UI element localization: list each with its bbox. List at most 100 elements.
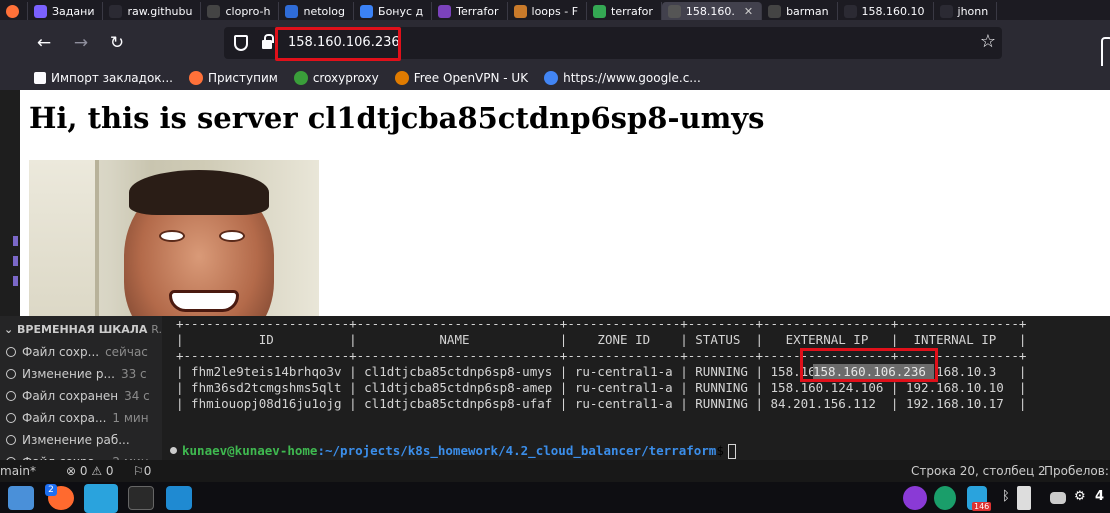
terminal-cursor: [727, 444, 736, 459]
navigation-bar: ← → ↻ 158.160.106.236 ☆: [0, 20, 1110, 66]
indentation-indicator[interactable]: Пробелов: 4: [1044, 464, 1110, 478]
photo-door: [29, 160, 99, 316]
timeline-item-label: Файл сохр...: [22, 345, 100, 359]
chevron-down-icon: ⌄: [4, 323, 18, 336]
circle-icon: [6, 435, 16, 445]
tab-label: jhonn: [957, 4, 989, 18]
browser-tab[interactable]: terrafor: [587, 2, 662, 20]
photo-mouth: [169, 290, 239, 312]
browser-tab[interactable]: 158.160. ✕: [661, 2, 763, 20]
bookmark-item[interactable]: croxyproxy: [293, 71, 379, 85]
shield-icon[interactable]: [234, 35, 248, 51]
gutter-marker: [13, 236, 18, 246]
back-button[interactable]: ←: [33, 32, 55, 54]
browser-tab[interactable]: Бонус д: [354, 2, 433, 20]
timeline-item[interactable]: Файл сохр... сейчас: [6, 345, 148, 359]
prompt-path: :~/projects/k8s_homework/4.2_cloud_balan…: [317, 443, 717, 458]
circle-icon: [6, 413, 16, 423]
sync-tray-icon[interactable]: [934, 486, 956, 510]
telegram-taskbar-icon[interactable]: [84, 484, 118, 513]
status-bar: main* ⊗ 0 ⚠ 0 ⚐0 Строка 20, столбец 2 Пр…: [0, 460, 1110, 482]
settings-tray-icon[interactable]: ⚙: [1074, 489, 1086, 504]
browser-tab[interactable]: clopro-h: [201, 2, 280, 20]
timeline-item-label: Изменение р...: [22, 367, 115, 381]
prompt-user: kunaev@kunaev-home: [182, 443, 318, 458]
bookmark-star-icon[interactable]: ☆: [980, 31, 996, 52]
forward-arrow-icon: →: [73, 33, 89, 53]
timeline-item-label: Файл сохранен: [22, 389, 119, 403]
bookmark-icon: [394, 71, 409, 85]
bookmark-icon: [293, 71, 308, 85]
bluetooth-icon[interactable]: ᛒ: [1002, 489, 1010, 504]
tab-favicon-icon: [34, 4, 47, 18]
photo-eye: [219, 230, 245, 242]
timeline-item-time: 1 мин: [112, 411, 149, 425]
timeline-item[interactable]: Файл сохра... 1 мин: [6, 411, 149, 425]
bookmark-label: Импорт закладок...: [51, 71, 173, 85]
circle-icon: [6, 369, 16, 379]
browser-tab[interactable]: 158.160.10: [838, 2, 934, 20]
tab-favicon-icon: [667, 4, 681, 18]
timeline-header[interactable]: ⌄ ВРЕМЕННАЯ ШКАЛА R...: [4, 323, 162, 336]
terminal-taskbar-icon[interactable]: [128, 486, 154, 510]
bookmark-item[interactable]: Free OpenVPN - UK: [394, 71, 529, 85]
browser-tab[interactable]: Terrafor: [432, 2, 508, 20]
network-tray-icon[interactable]: [1050, 492, 1066, 504]
tab-label: terrafor: [611, 4, 653, 18]
reload-button[interactable]: ↻: [106, 32, 128, 54]
firefox-tray-icon[interactable]: [903, 486, 927, 510]
bookmark-label: croxyproxy: [312, 71, 379, 85]
browser-tab-strip: Задани raw.githubu clopro-h netolog Бонус д T…: [0, 0, 1110, 20]
tab-favicon-icon: [438, 4, 452, 18]
close-tab-icon[interactable]: ✕: [744, 5, 753, 18]
tab-favicon-icon: [593, 4, 607, 18]
timeline-item[interactable]: Файл сохранен 34 с: [6, 389, 150, 403]
browser-tab[interactable]: loops - F: [508, 2, 588, 20]
timeline-item[interactable]: Изменение р... 33 с: [6, 367, 147, 381]
browser-tab[interactable]: jhonn: [934, 2, 998, 20]
bookmark-label: Free OpenVPN - UK: [413, 71, 529, 85]
browser-tab[interactable]: raw.githubu: [103, 2, 202, 20]
vscode-taskbar-icon[interactable]: [166, 486, 192, 510]
firefox-menu-tab[interactable]: [0, 2, 28, 20]
taskbar: [0, 482, 1110, 513]
terminal-prompt[interactable]: kunaev@kunaev-home:~/projects/k8s_homewo…: [182, 443, 736, 459]
tab-favicon-icon: [285, 4, 299, 18]
browser-tab[interactable]: Задани: [28, 2, 104, 20]
bookmark-item[interactable]: Приступим: [188, 71, 278, 85]
tab-favicon-icon: [843, 4, 857, 18]
timeline-item-time: сейчас: [105, 345, 148, 359]
git-branch[interactable]: main*: [0, 464, 36, 478]
terminal-panel[interactable]: +----------------------+----------------…: [162, 316, 1110, 460]
tab-label: 158.160.10: [861, 4, 925, 18]
gutter-marker: [13, 256, 18, 266]
lock-icon[interactable]: [262, 34, 274, 49]
tab-favicon-icon: [768, 4, 782, 18]
timeline-item[interactable]: Изменение раб...: [6, 433, 136, 447]
shield-tray-icon[interactable]: [1017, 486, 1031, 510]
browser-tab[interactable]: barman: [762, 2, 838, 20]
files-icon[interactable]: [8, 486, 34, 510]
problems-indicator[interactable]: ⊗ 0 ⚠ 0: [66, 464, 114, 478]
bookmark-item[interactable]: https://www.google.c...: [544, 71, 701, 85]
browser-tab[interactable]: netolog: [279, 2, 355, 20]
cursor-position[interactable]: Строка 20, столбец 2: [911, 464, 1046, 478]
timeline-item-label: Файл сохра...: [22, 411, 107, 425]
bookmark-item[interactable]: Импорт закладок...: [34, 71, 173, 85]
tab-favicon-icon: [207, 4, 221, 18]
timeline-panel: ⌄ ВРЕМЕННАЯ ШКАЛА R... Файл сохр... сейча…: [0, 316, 162, 460]
tray-number: 4: [1095, 489, 1105, 504]
server-photo: [29, 160, 319, 316]
forward-button[interactable]: →: [70, 32, 92, 54]
tab-label: Задани: [52, 4, 95, 18]
tab-label: 158.160.: [685, 4, 735, 18]
photo-eye: [159, 230, 185, 242]
bookmark-label: Приступим: [207, 71, 278, 85]
bookmark-icon: [544, 71, 559, 85]
ports-indicator[interactable]: ⚐0: [133, 464, 151, 478]
tab-favicon-icon: [939, 4, 953, 18]
selected-external-ip: 158.160.106.236: [813, 364, 926, 379]
circle-icon: [6, 347, 16, 357]
tab-label: clopro-h: [225, 4, 271, 18]
bookmark-icon: [34, 72, 46, 84]
